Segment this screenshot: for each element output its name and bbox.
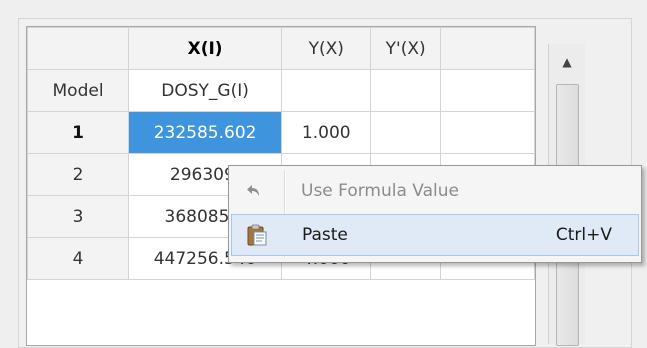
- clipboard-paste-icon: [232, 215, 282, 255]
- model-row: Model DOSY_G(I): [27, 69, 535, 112]
- column-header-y-prime[interactable]: Y'(X): [370, 27, 441, 70]
- column-header-x[interactable]: X(I): [128, 27, 283, 70]
- scroll-up-arrow-icon[interactable]: ▲: [549, 44, 585, 80]
- row-header-3[interactable]: 3: [27, 195, 130, 238]
- cell-x-selected[interactable]: 232585.602: [128, 111, 283, 154]
- table-row: 1 232585.602 1.000: [27, 111, 535, 154]
- menu-item-label: Use Formula Value: [301, 181, 459, 201]
- cell-y[interactable]: 1.000: [281, 111, 372, 154]
- cell-y-prime[interactable]: [370, 111, 441, 154]
- model-cell-y[interactable]: [281, 69, 372, 112]
- model-row-label[interactable]: Model: [27, 69, 130, 112]
- context-menu: Use Formula Value Paste Ctrl+V: [228, 165, 642, 263]
- model-cell-y-prime[interactable]: [370, 69, 441, 112]
- menu-item-shortcut: Ctrl+V: [555, 225, 612, 245]
- row-filler: [439, 69, 535, 112]
- header-filler: [439, 27, 535, 70]
- row-header-2[interactable]: 2: [27, 153, 130, 196]
- menu-item-use-formula-value[interactable]: Use Formula Value: [231, 170, 639, 212]
- row-filler: [439, 111, 535, 154]
- row-header-4[interactable]: 4: [27, 237, 130, 280]
- menu-item-label: Paste: [302, 225, 348, 245]
- row-header-1[interactable]: 1: [27, 111, 130, 154]
- model-cell-x[interactable]: DOSY_G(I): [128, 69, 283, 112]
- header-row: X(I) Y(X) Y'(X): [27, 27, 535, 70]
- menu-item-paste[interactable]: Paste Ctrl+V: [231, 214, 639, 256]
- undo-arrow-icon: [231, 170, 281, 212]
- corner-cell[interactable]: [27, 27, 130, 70]
- column-header-y[interactable]: Y(X): [281, 27, 372, 70]
